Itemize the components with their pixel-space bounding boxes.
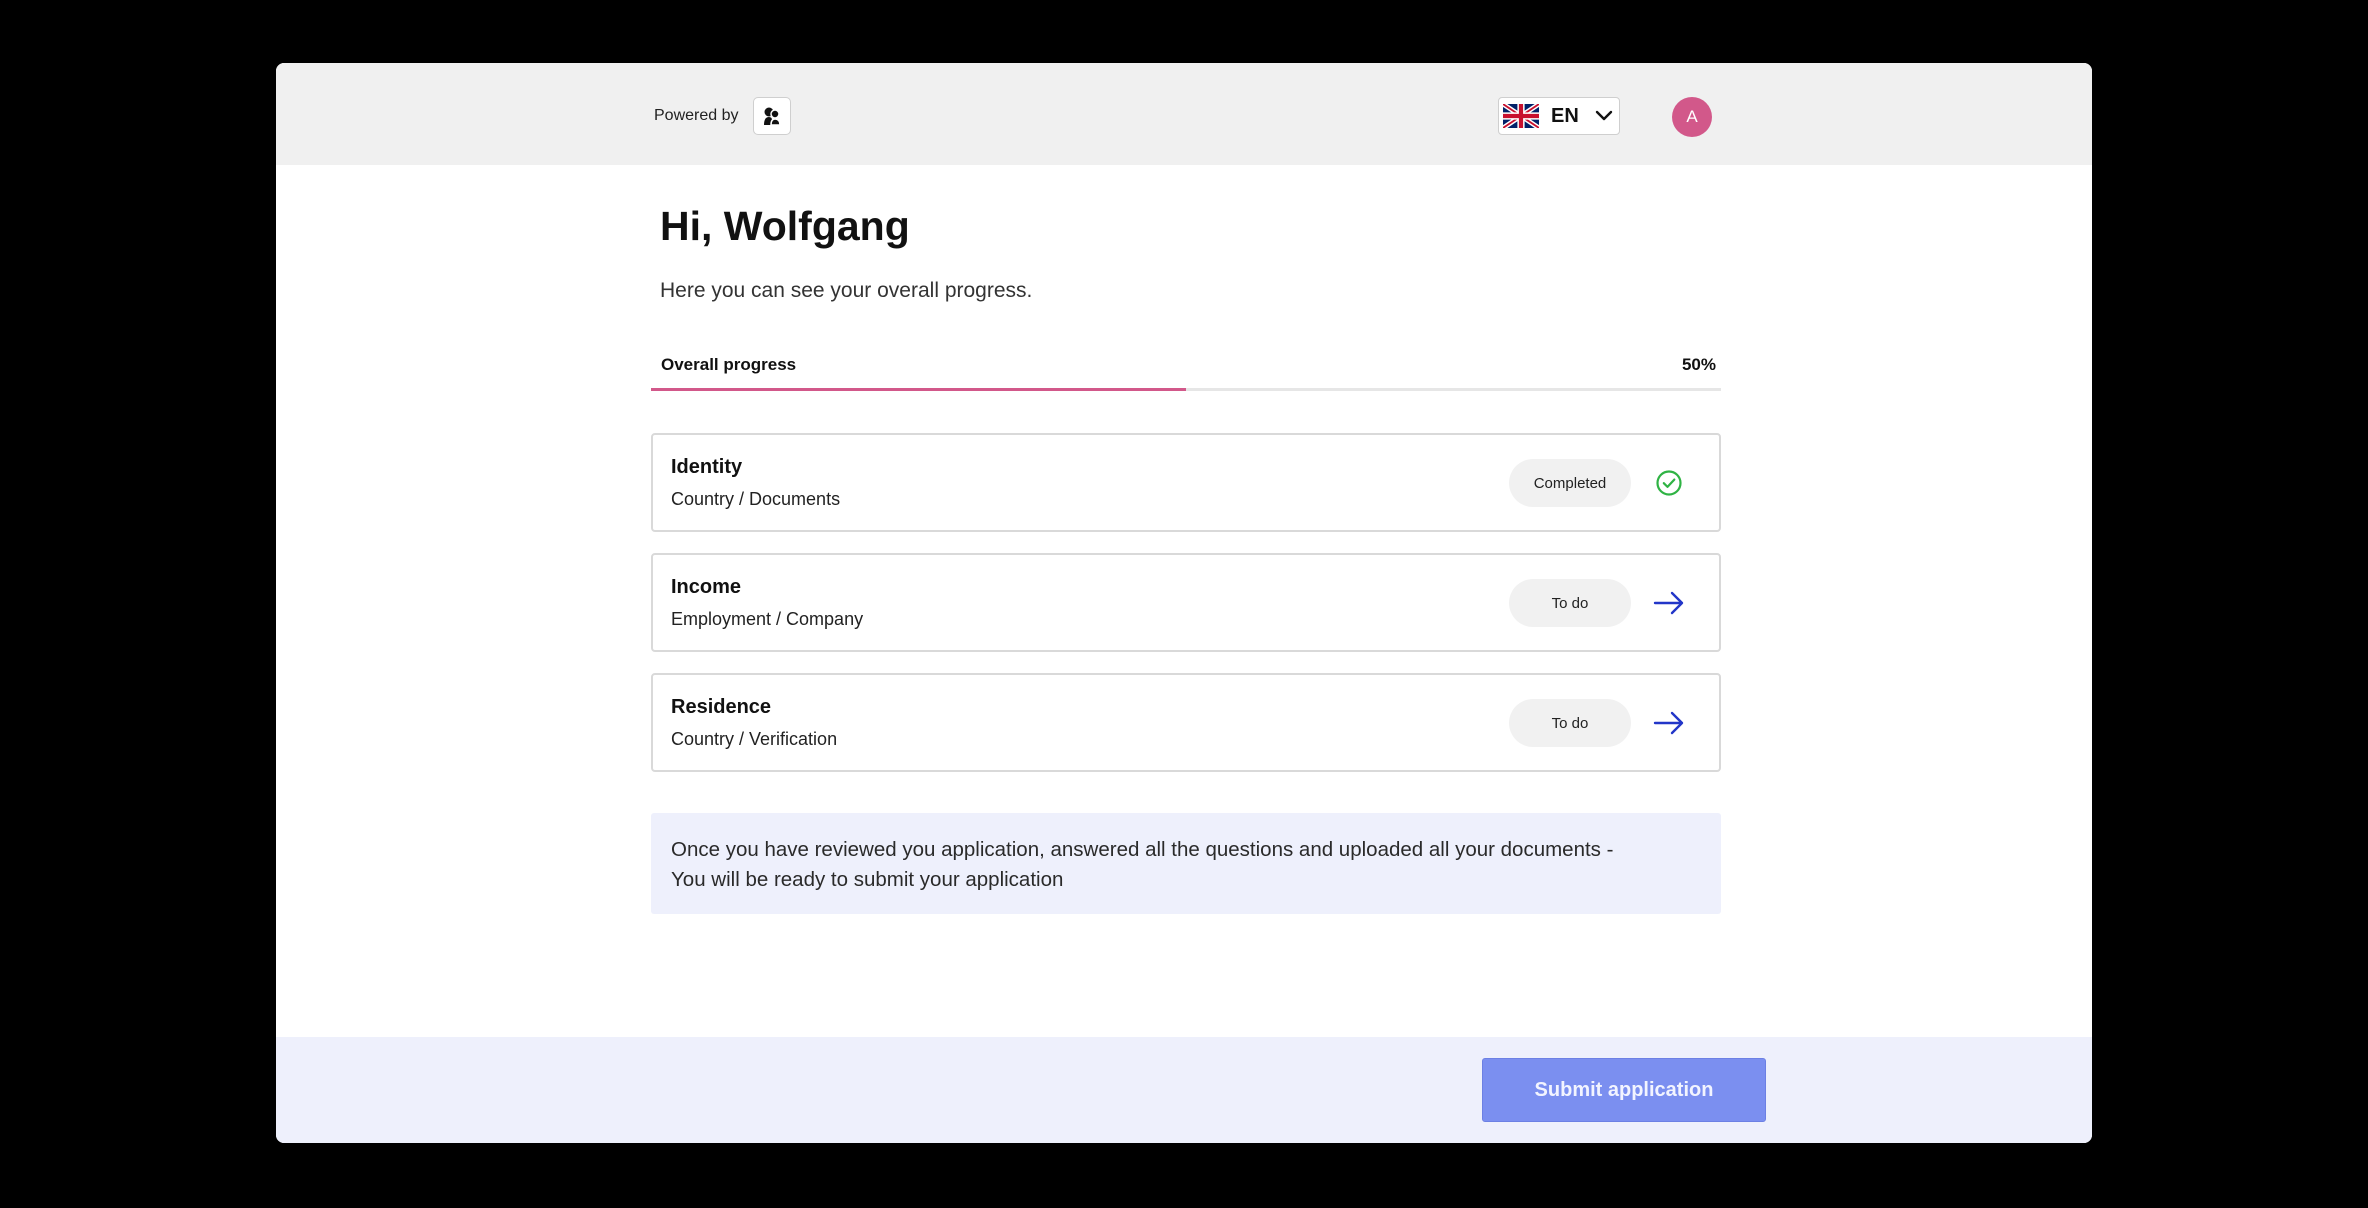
page-title: Hi, Wolfgang xyxy=(660,203,910,249)
check-circle-icon xyxy=(1653,467,1685,499)
submit-application-button[interactable]: Submit application xyxy=(1482,1058,1766,1122)
task-subtitle: Employment / Company xyxy=(671,609,864,629)
progress-label: Overall progress xyxy=(661,355,797,374)
info-banner: Once you have reviewed you application, … xyxy=(651,813,1721,914)
chevron-down-icon xyxy=(1595,110,1613,122)
user-avatar[interactable]: A xyxy=(1672,97,1712,137)
task-card-income[interactable]: Income Employment / Company To do xyxy=(651,553,1721,652)
info-text-line: Once you have reviewed you application, … xyxy=(671,838,1614,861)
task-subtitle: Country / Documents xyxy=(671,489,841,509)
powered-by: Powered by xyxy=(654,97,791,135)
language-selector[interactable]: EN xyxy=(1498,97,1620,135)
uk-flag-icon xyxy=(1503,104,1539,128)
top-bar: Powered by EN A xyxy=(276,63,2092,165)
powered-by-label: Powered by xyxy=(654,107,739,124)
app-window: Powered by EN A Hi, Wolfgang Here you ca… xyxy=(276,63,2092,1143)
status-badge: Completed xyxy=(1509,459,1631,507)
brand-logo-icon xyxy=(752,97,791,135)
task-title: Residence xyxy=(671,696,772,718)
progress-bar-fill xyxy=(651,388,1186,391)
task-card-identity[interactable]: Identity Country / Documents Completed xyxy=(651,433,1721,532)
task-subtitle: Country / Verification xyxy=(671,729,838,749)
status-badge: To do xyxy=(1509,699,1631,747)
progress-bar xyxy=(651,388,1721,391)
task-title: Income xyxy=(671,576,742,598)
task-card-residence[interactable]: Residence Country / Verification To do xyxy=(651,673,1721,772)
page-subtitle: Here you can see your overall progress. xyxy=(660,279,1033,302)
status-badge: To do xyxy=(1509,579,1631,627)
arrow-right-icon[interactable] xyxy=(1653,707,1685,739)
info-text-line: You will be ready to submit your applica… xyxy=(671,868,1064,891)
task-title: Identity xyxy=(671,456,743,478)
arrow-right-icon[interactable] xyxy=(1653,587,1685,619)
language-code: EN xyxy=(1551,104,1579,127)
footer-bar: Submit application xyxy=(276,1037,2092,1143)
progress-percent: 50% xyxy=(1681,355,1716,374)
